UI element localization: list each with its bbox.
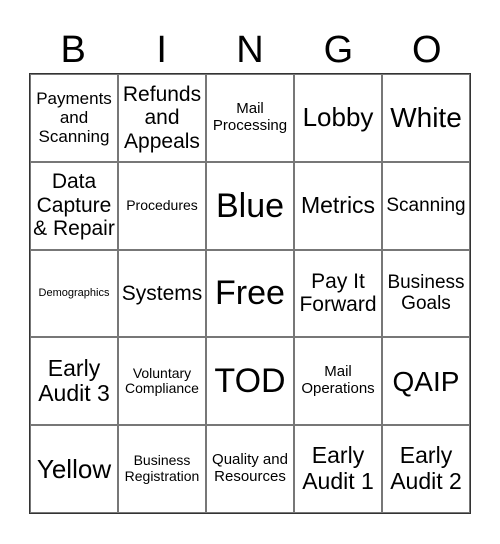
bingo-cell[interactable]: Blue	[206, 161, 294, 250]
bingo-cell[interactable]: Pay It Forward	[294, 249, 382, 338]
bingo-grid: Payments and Scanning Refunds and Appeal…	[29, 73, 471, 514]
bingo-cell[interactable]: Early Audit 1	[294, 425, 382, 513]
bingo-cell[interactable]: Yellow	[30, 425, 118, 513]
header-letter-o: O	[412, 29, 442, 71]
bingo-cell[interactable]: Early Audit 3	[30, 337, 118, 426]
bingo-cell[interactable]: Mail Processing	[206, 74, 294, 162]
header-letter-g: G	[323, 29, 354, 71]
bingo-cell[interactable]: Business Registration	[118, 425, 206, 513]
bingo-cell[interactable]: Refunds and Appeals	[118, 74, 206, 162]
bingo-cell[interactable]: Scanning	[382, 161, 470, 250]
bingo-cell[interactable]: Business Goals	[382, 249, 470, 338]
bingo-cell[interactable]: Early Audit 2	[382, 425, 470, 513]
bingo-cell[interactable]: Procedures	[118, 161, 206, 250]
bingo-cell[interactable]: Voluntary Compliance	[118, 337, 206, 426]
bingo-cell[interactable]: Systems	[118, 249, 206, 338]
bingo-cell[interactable]: Quality and Resources	[206, 425, 294, 513]
bingo-cell[interactable]: TOD	[206, 337, 294, 426]
header-letter-n: N	[236, 29, 264, 71]
bingo-cell[interactable]: Payments and Scanning	[30, 74, 118, 162]
bingo-cell[interactable]: Data Capture & Repair	[30, 161, 118, 250]
bingo-cell[interactable]: Mail Operations	[294, 337, 382, 426]
header-letter-b: B	[60, 29, 86, 71]
bingo-cell[interactable]: QAIP	[382, 337, 470, 426]
bingo-cell[interactable]: White	[382, 74, 470, 162]
header-letter-i: I	[156, 29, 167, 71]
bingo-cell[interactable]: Lobby	[294, 74, 382, 162]
bingo-cell[interactable]: Demographics	[30, 249, 118, 338]
bingo-header: B I N G O	[29, 28, 471, 72]
bingo-cell[interactable]: Metrics	[294, 161, 382, 250]
bingo-cell[interactable]: Free	[206, 249, 294, 338]
